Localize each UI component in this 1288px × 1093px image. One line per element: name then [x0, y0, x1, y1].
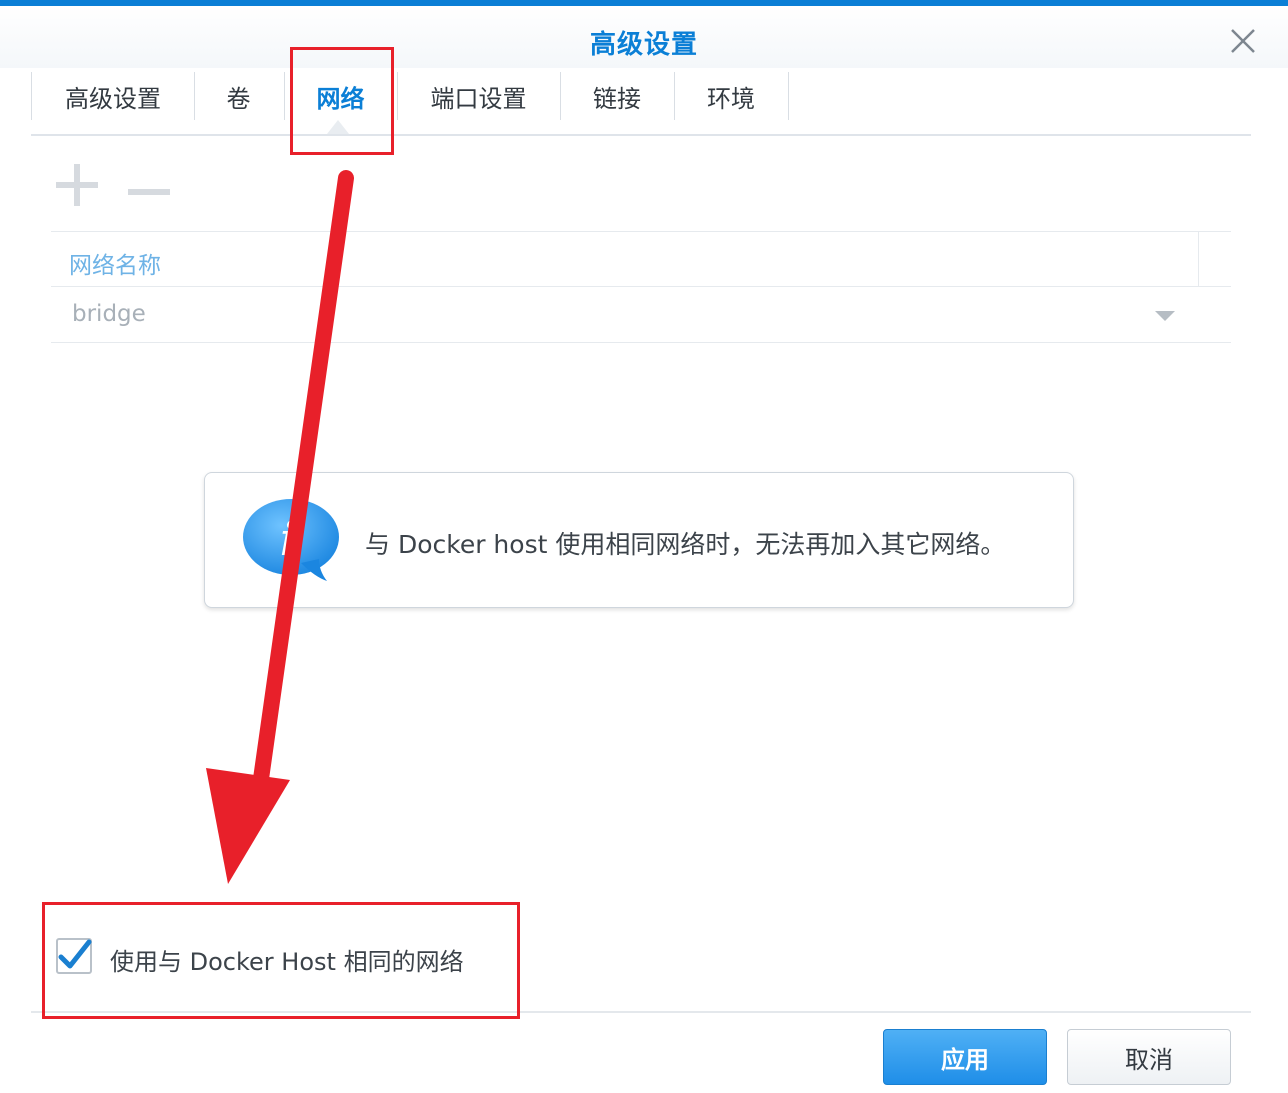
tab-port-settings[interactable]: 端口设置	[397, 72, 561, 120]
title-bar: 高级设置	[0, 6, 1288, 68]
footer-divider	[31, 1011, 1251, 1013]
plus-icon[interactable]	[56, 164, 98, 206]
active-tab-caret	[327, 120, 349, 134]
grid-header: 网络名称	[51, 231, 1231, 287]
info-message-box: i 与 Docker host 使用相同网络时，无法再加入其它网络。	[204, 472, 1074, 608]
apply-button[interactable]: 应用	[883, 1029, 1047, 1085]
table-row[interactable]: bridge	[51, 287, 1231, 343]
column-header-network-name[interactable]: 网络名称	[69, 246, 161, 280]
minus-icon[interactable]	[128, 181, 170, 195]
tab-links[interactable]: 链接	[560, 72, 675, 120]
chevron-down-icon[interactable]	[1155, 311, 1175, 321]
host-network-label[interactable]: 使用与 Docker Host 相同的网络	[110, 942, 464, 977]
dialog-title: 高级设置	[589, 30, 698, 60]
tab-volume[interactable]: 卷	[193, 72, 285, 120]
svg-text:i: i	[280, 512, 297, 566]
tab-network[interactable]: 网络	[284, 72, 398, 120]
column-divider	[1198, 232, 1199, 286]
tab-advanced-settings[interactable]: 高级设置	[31, 72, 195, 120]
network-grid: 网络名称 bridge	[51, 231, 1231, 343]
advanced-settings-dialog: 高级设置 高级设置 卷 网络 端口设置 链接 环境 网络名称 bridge i …	[0, 0, 1288, 1093]
close-icon[interactable]	[1228, 26, 1258, 56]
network-name-cell: bridge	[72, 301, 146, 327]
host-network-checkbox[interactable]	[56, 938, 92, 974]
info-bubble-icon: i	[243, 497, 343, 587]
cancel-button[interactable]: 取消	[1067, 1029, 1231, 1085]
tab-environment[interactable]: 环境	[674, 72, 789, 120]
info-text: 与 Docker host 使用相同网络时，无法再加入其它网络。	[365, 530, 1006, 559]
tab-bar: 高级设置 卷 网络 端口设置 链接 环境	[31, 72, 1251, 136]
